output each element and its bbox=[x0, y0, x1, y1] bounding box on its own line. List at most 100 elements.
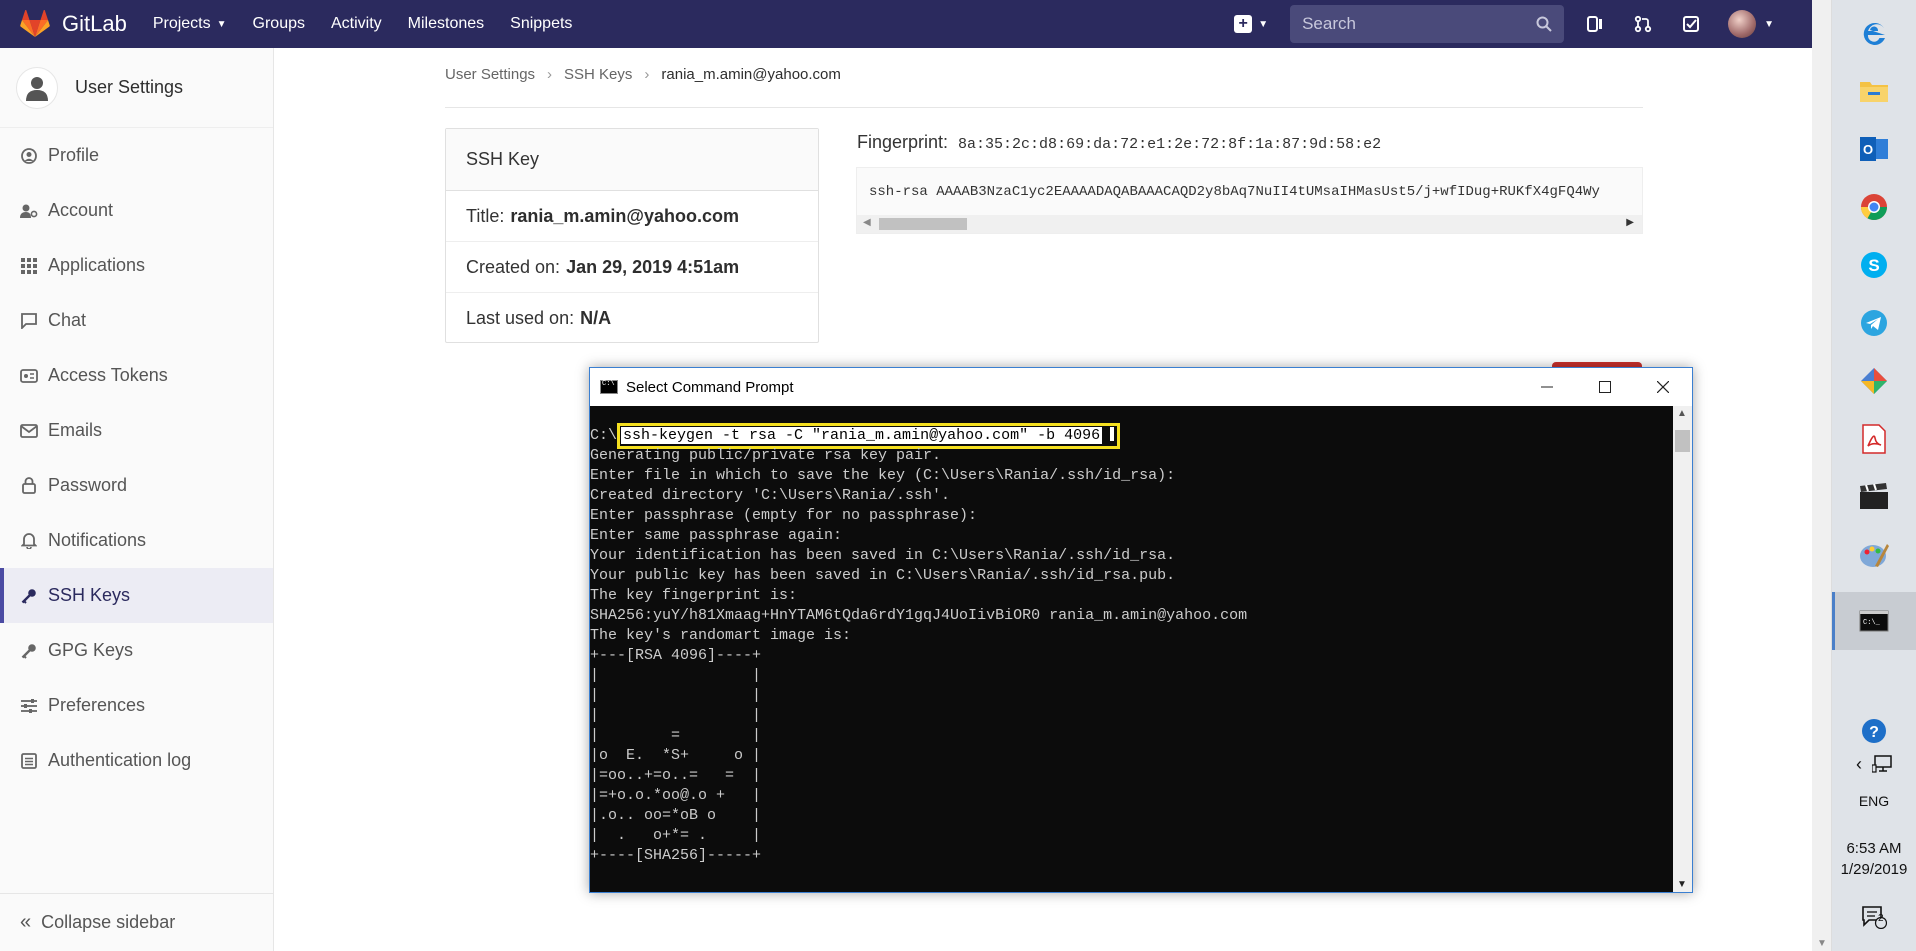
sliders-icon bbox=[20, 697, 38, 715]
search-input[interactable] bbox=[1302, 14, 1503, 34]
public-key-value: ssh-rsa AAAAB3NzaC1yc2EAAAADAQABAAACAQD2… bbox=[869, 184, 1600, 200]
minimize-button[interactable] bbox=[1518, 368, 1576, 406]
scroll-down-icon[interactable]: ▼ bbox=[1677, 879, 1687, 890]
file-explorer-icon[interactable] bbox=[1832, 62, 1916, 120]
logo-text: GitLab bbox=[62, 11, 127, 36]
title-label: Title: bbox=[466, 205, 505, 226]
public-key-text[interactable]: ssh-rsa AAAAB3NzaC1yc2EAAAADAQABAAACAQD2… bbox=[856, 167, 1643, 234]
sidebar-item-applications[interactable]: Applications bbox=[0, 238, 273, 293]
svg-text:?: ? bbox=[1869, 724, 1879, 741]
chrome-icon[interactable] bbox=[1832, 178, 1916, 236]
fingerprint-label: Fingerprint: bbox=[857, 132, 949, 152]
scroll-down-icon[interactable]: ▼ bbox=[1817, 938, 1827, 949]
maximize-button[interactable] bbox=[1576, 368, 1634, 406]
help-icon[interactable]: ? bbox=[1832, 715, 1916, 747]
acrobat-icon[interactable] bbox=[1832, 410, 1916, 468]
skype-icon[interactable]: S bbox=[1832, 236, 1916, 294]
breadcrumb-user-settings[interactable]: User Settings bbox=[445, 66, 535, 83]
window-controls bbox=[1518, 368, 1692, 406]
nav-milestones-label: Milestones bbox=[407, 15, 485, 32]
scrollbar-thumb[interactable] bbox=[1675, 430, 1690, 452]
breadcrumb: User Settings › SSH Keys › rania_m.amin@… bbox=[445, 66, 841, 83]
language-indicator[interactable]: ENG bbox=[1832, 790, 1916, 812]
edge-icon[interactable] bbox=[1832, 4, 1916, 62]
sidebar-item-account[interactable]: Account bbox=[0, 183, 273, 238]
cmd-output: Generating public/private rsa key pair. … bbox=[590, 447, 1248, 864]
sidebar-item-password[interactable]: Password bbox=[0, 458, 273, 513]
chevron-left-icon[interactable]: ‹ bbox=[1856, 754, 1862, 775]
sidebar-item-access-tokens[interactable]: Access Tokens bbox=[0, 348, 273, 403]
last-used-label: Last used on: bbox=[466, 308, 575, 328]
tray-icons: ‹ bbox=[1832, 752, 1916, 776]
command-prompt-window[interactable]: Select Command Prompt C:\ssh-keygen -t r… bbox=[589, 367, 1693, 893]
close-button[interactable] bbox=[1634, 368, 1692, 406]
nav-activity[interactable]: Activity bbox=[331, 15, 382, 33]
collapse-sidebar-button[interactable]: « Collapse sidebar bbox=[0, 893, 273, 951]
sidebar-item-label: Password bbox=[48, 475, 128, 495]
sidebar-item-chat[interactable]: Chat bbox=[0, 293, 273, 348]
avatar[interactable] bbox=[1728, 10, 1757, 38]
sidebar-item-notifications[interactable]: Notifications bbox=[0, 513, 273, 568]
scroll-left-icon[interactable]: ◀ bbox=[863, 217, 871, 228]
ssh-key-last-used-row: Last used on: N/A bbox=[446, 293, 818, 344]
sidebar-item-label: Account bbox=[48, 200, 114, 220]
paint-icon[interactable] bbox=[1832, 526, 1916, 584]
todos-icon[interactable] bbox=[1680, 13, 1702, 35]
sidebar-item-ssh-keys[interactable]: SSH Keys bbox=[0, 568, 273, 623]
svg-text:C:\_: C:\_ bbox=[1863, 619, 1881, 627]
cmd-titlebar[interactable]: Select Command Prompt bbox=[590, 368, 1692, 406]
git-icon[interactable] bbox=[1832, 352, 1916, 410]
chevron-down-icon: ▼ bbox=[216, 18, 227, 30]
sidebar-item-gpg-keys[interactable]: GPG Keys bbox=[0, 623, 273, 678]
chevron-right-icon: › bbox=[644, 66, 650, 83]
scroll-right-icon[interactable]: ▶ bbox=[1626, 217, 1634, 228]
merge-requests-icon[interactable] bbox=[1632, 13, 1654, 35]
nav-projects[interactable]: Projects ▼ bbox=[153, 15, 227, 33]
sidebar-item-label: Chat bbox=[48, 310, 87, 330]
sidebar-item-emails[interactable]: Emails bbox=[0, 403, 273, 458]
account-icon bbox=[20, 202, 38, 220]
scroll-up-icon[interactable]: ▲ bbox=[1677, 408, 1687, 419]
cmd-vertical-scrollbar[interactable]: ▲ ▼ bbox=[1673, 406, 1692, 892]
svg-text:S: S bbox=[1868, 256, 1879, 275]
notifications-button[interactable]: 2 bbox=[1832, 902, 1916, 932]
chevron-right-icon: › bbox=[547, 66, 553, 83]
nav-groups-label: Groups bbox=[252, 15, 305, 32]
issues-icon[interactable] bbox=[1584, 13, 1606, 35]
sidebar-item-label: Authentication log bbox=[48, 750, 192, 770]
sidebar-header[interactable]: User Settings bbox=[0, 48, 273, 128]
ssh-key-created-row: Created on: Jan 29, 2019 4:51am bbox=[446, 242, 818, 293]
nav-activity-label: Activity bbox=[331, 15, 382, 32]
breadcrumb-current[interactable]: rania_m.amin@yahoo.com bbox=[661, 66, 840, 83]
chevron-down-icon[interactable]: ▼ bbox=[1764, 19, 1774, 30]
telegram-icon[interactable] bbox=[1832, 294, 1916, 352]
collapse-sidebar-label: Collapse sidebar bbox=[41, 912, 176, 932]
svg-text:O: O bbox=[1863, 142, 1873, 157]
gitlab-logo[interactable]: GitLab bbox=[20, 10, 127, 38]
nav-milestones[interactable]: Milestones bbox=[408, 15, 484, 33]
cmd-taskbar-button[interactable]: C:\_ bbox=[1832, 592, 1916, 650]
lock-icon bbox=[20, 477, 38, 495]
cmd-console[interactable]: C:\ ssh-keygen -t rsa -C "rania_m.amin@ya… bbox=[590, 406, 1674, 892]
scrollbar-thumb[interactable] bbox=[879, 218, 967, 230]
breadcrumb-ssh-keys[interactable]: SSH Keys bbox=[564, 66, 632, 83]
nav-groups[interactable]: Groups bbox=[253, 15, 305, 33]
new-dropdown-button[interactable]: + ▼ bbox=[1234, 15, 1268, 33]
nav-snippets[interactable]: Snippets bbox=[510, 15, 572, 33]
sidebar-item-label: Profile bbox=[48, 145, 100, 165]
search-box[interactable] bbox=[1290, 5, 1565, 43]
sidebar-item-profile[interactable]: Profile bbox=[0, 128, 273, 183]
outlook-icon[interactable]: O bbox=[1832, 120, 1916, 178]
page-scrollbar[interactable]: ▼ bbox=[1812, 0, 1831, 951]
network-icon[interactable] bbox=[1872, 755, 1892, 773]
cmd-icon: C:\_ bbox=[1859, 610, 1889, 632]
sidebar-item-label: Emails bbox=[48, 420, 103, 440]
horizontal-scrollbar[interactable]: ◀ ▶ bbox=[857, 215, 1642, 233]
clock[interactable]: 6:53 AM 1/29/2019 bbox=[1832, 838, 1916, 880]
video-icon[interactable] bbox=[1832, 468, 1916, 526]
sidebar-item-label: Preferences bbox=[48, 695, 146, 715]
sidebar-item-preferences[interactable]: Preferences bbox=[0, 678, 273, 733]
cmd-icon bbox=[600, 380, 618, 394]
sidebar-item-authentication-log[interactable]: Authentication log bbox=[0, 733, 273, 788]
sidebar-item-label: SSH Keys bbox=[48, 585, 131, 605]
